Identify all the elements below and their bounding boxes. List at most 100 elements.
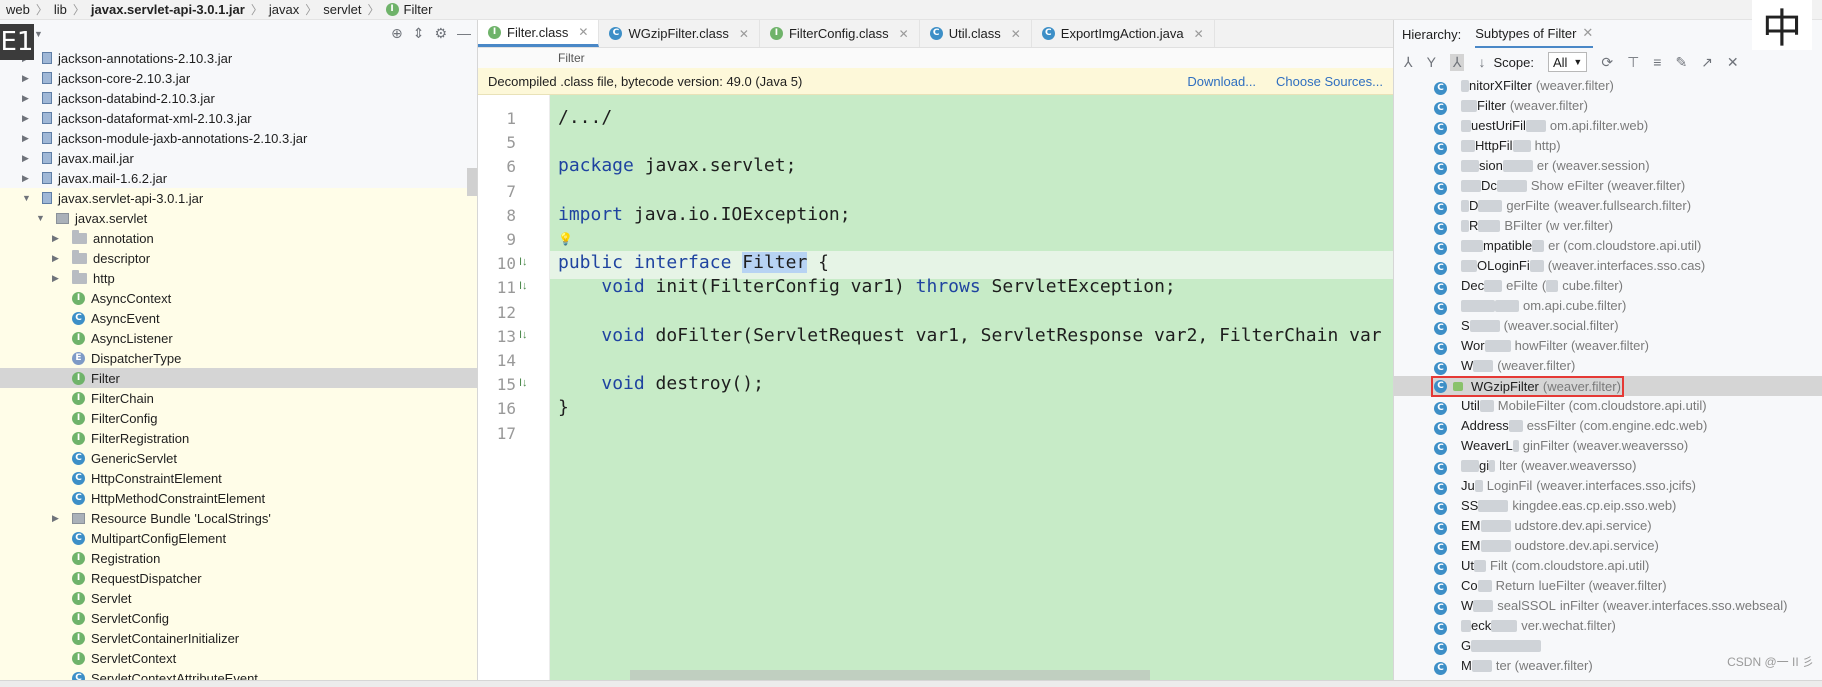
tree-item[interactable]: I FilterConfig [0, 408, 477, 428]
hierarchy-item[interactable]: CuestUriFil om.api.filter.web) [1394, 116, 1822, 136]
breadcrumb-item[interactable]: web [0, 2, 36, 17]
hierarchy-item[interactable]: C SS kingdee.eas.cp.eip.sso.web) [1394, 496, 1822, 516]
editor-tab[interactable]: C WGzipFilter.class ✕ [599, 20, 760, 47]
type-hierarchy-icon[interactable]: ⅄ [1404, 54, 1413, 71]
collapsed-arrow-icon[interactable]: ▶ [22, 113, 32, 124]
hierarchy-item[interactable]: C W (weaver.filter) [1394, 356, 1822, 376]
tree-item[interactable]: ▶ jackson-dataformat-xml-2.10.3.jar [0, 108, 477, 128]
tree-item[interactable]: ▶ jackson-core-2.10.3.jar [0, 68, 477, 88]
tree-item[interactable]: ▶ jackson-databind-2.10.3.jar [0, 88, 477, 108]
close-icon[interactable]: ✕ [899, 27, 909, 41]
breadcrumb-item[interactable]: javax [263, 2, 305, 17]
hierarchy-item[interactable]: C EM oudstore.dev.api.service) [1394, 536, 1822, 556]
bulb-icon[interactable]: 💡 [558, 232, 573, 246]
hierarchy-item[interactable]: C HttpFil http) [1394, 136, 1822, 156]
implemented-marker-icon[interactable]: I↓ [519, 280, 535, 296]
tree-item[interactable]: I ServletContext [0, 648, 477, 668]
hierarchy-item[interactable]: Cgi lter (weaver.weaversso) [1394, 456, 1822, 476]
editor-tab[interactable]: I FilterConfig.class ✕ [760, 20, 920, 47]
close-icon[interactable]: ✕ [1194, 27, 1204, 41]
tree-item[interactable]: ▶ jackson-module-jaxb-annotations-2.10.3.… [0, 128, 477, 148]
tab-subtypes[interactable]: Subtypes of Filter ✕ [1475, 20, 1594, 48]
expanded-arrow-icon[interactable]: ▼ [36, 213, 46, 223]
hierarchy-item[interactable]: C Ut Filt (com.cloudstore.api.util) [1394, 556, 1822, 576]
hierarchy-item[interactable]: C Ju LoginFil (weaver.interfaces.sso.jcifs) [1394, 476, 1822, 496]
expanded-arrow-icon[interactable]: ▼ [22, 193, 32, 203]
collapsed-arrow-icon[interactable]: ▶ [22, 153, 32, 164]
breadcrumb-item[interactable]: servlet [317, 2, 367, 17]
tree-item[interactable]: ▶ annotation [0, 228, 477, 248]
hierarchy-item[interactable]: C WeaverL ginFilter (weaver.weaversso) [1394, 436, 1822, 456]
collapsed-arrow-icon[interactable]: ▶ [52, 273, 62, 284]
collapsed-arrow-icon[interactable]: ▶ [52, 233, 62, 244]
tree-item[interactable]: C ServletContextAttributeEvent [0, 668, 477, 680]
download-link[interactable]: Download... [1187, 74, 1256, 89]
supertypes-icon[interactable]: Y [1427, 54, 1436, 70]
collapsed-arrow-icon[interactable]: ▶ [22, 173, 32, 184]
tree-item[interactable]: I RequestDispatcher [0, 568, 477, 588]
minimize-icon[interactable]: — [457, 25, 471, 42]
hierarchy-item[interactable]: C Wor howFilter (weaver.filter) [1394, 336, 1822, 356]
tree-item[interactable]: C MultipartConfigElement [0, 528, 477, 548]
hierarchy-item[interactable]: C DgerFilte (weaver.fullsearch.filter) [1394, 196, 1822, 216]
tree-item[interactable]: C HttpMethodConstraintElement [0, 488, 477, 508]
implemented-marker-icon[interactable]: I↓ [519, 256, 535, 272]
target-icon[interactable]: ⊕ [391, 25, 403, 42]
tree-item[interactable]: C GenericServlet [0, 448, 477, 468]
sort-alpha-icon[interactable]: ↓ [1478, 54, 1485, 70]
tree-item[interactable]: ▶ descriptor [0, 248, 477, 268]
tree-item[interactable]: ▶ Resource Bundle 'LocalStrings' [0, 508, 477, 528]
hierarchy-item[interactable]: C Co Return lueFilter (weaver.filter) [1394, 576, 1822, 596]
gear-icon[interactable]: ⚙ [434, 25, 447, 42]
subtypes-icon[interactable]: ⅄ [1449, 53, 1465, 71]
hierarchy-item[interactable]: Ceck ver.wechat.filter) [1394, 616, 1822, 636]
tree-item[interactable]: I Servlet [0, 588, 477, 608]
hierarchy-item[interactable]: C S (weaver.social.filter) [1394, 316, 1822, 336]
tree-item[interactable]: C AsyncEvent [0, 308, 477, 328]
tree-item[interactable]: ▼ javax.servlet [0, 208, 477, 228]
hierarchy-item[interactable]: C Filter (weaver.filter) [1394, 96, 1822, 116]
scope-select[interactable]: All ▼ [1547, 52, 1588, 72]
hierarchy-item[interactable]: C WsealSSOL inFilter (weaver.interfaces.ss… [1394, 596, 1822, 616]
collapsed-arrow-icon[interactable]: ▶ [22, 133, 32, 144]
tree-item[interactable]: ▶ javax.mail.jar [0, 148, 477, 168]
code-text[interactable]: /.../ package javax.servlet; import java.i… [550, 95, 1393, 680]
close-icon[interactable]: ✕ [578, 25, 588, 39]
tree-item[interactable]: C HttpConstraintElement [0, 468, 477, 488]
tree-item[interactable]: I ServletConfig [0, 608, 477, 628]
hierarchy-item[interactable]: Cmpatible er (com.cloudstore.api.util) [1394, 236, 1822, 256]
tree-scrollbar[interactable] [467, 168, 477, 196]
refresh-icon[interactable]: ⟳ [1601, 54, 1613, 71]
choose-sources-link[interactable]: Choose Sources... [1276, 74, 1383, 89]
hierarchy-item[interactable]: CnitorXFilter (weaver.filter) [1394, 76, 1822, 96]
hierarchy-item[interactable]: C WGzipFilter (weaver.filter) [1394, 375, 1822, 397]
tree-item[interactable]: ▶ http [0, 268, 477, 288]
editor-tab[interactable]: C Util.class ✕ [920, 20, 1032, 47]
close-icon[interactable]: ✕ [739, 27, 749, 41]
pin-icon[interactable]: ✎ [1675, 54, 1687, 71]
horizontal-scrollbar[interactable] [630, 670, 1150, 680]
collapsed-arrow-icon[interactable]: ▶ [22, 73, 32, 84]
hierarchy-item[interactable]: C Address essFilter (com.engine.edc.web) [1394, 416, 1822, 436]
tree-item[interactable]: I Filter [0, 368, 477, 388]
hierarchy-item[interactable]: Csion er (weaver.session) [1394, 156, 1822, 176]
tree-item[interactable]: I Registration [0, 548, 477, 568]
breadcrumb-item[interactable]: lib [48, 2, 73, 17]
export-icon[interactable]: ⊤ [1627, 54, 1639, 71]
editor-tab[interactable]: C ExportImgAction.java ✕ [1032, 20, 1215, 47]
hierarchy-item[interactable]: C EM udstore.dev.api.service) [1394, 516, 1822, 536]
close-icon[interactable]: ✕ [1727, 54, 1739, 71]
collapsed-arrow-icon[interactable]: ▶ [52, 513, 62, 524]
breadcrumb-item[interactable]: javax.servlet-api-3.0.1.jar [85, 2, 251, 17]
hierarchy-item[interactable]: C Dec eFilte(cube.filter) [1394, 276, 1822, 296]
editor-tab[interactable]: I Filter.class ✕ [478, 20, 600, 47]
tree-item[interactable]: I FilterRegistration [0, 428, 477, 448]
implemented-marker-icon[interactable]: I↓ [519, 329, 535, 345]
collapsed-arrow-icon[interactable]: ▶ [52, 253, 62, 264]
expand-all-icon[interactable]: ≡ [1653, 54, 1661, 70]
tree-item[interactable]: I AsyncContext [0, 288, 477, 308]
collapsed-arrow-icon[interactable]: ▶ [22, 93, 32, 104]
tree-item[interactable]: I ServletContainerInitializer [0, 628, 477, 648]
tree-item[interactable]: E DispatcherType [0, 348, 477, 368]
tree-item[interactable]: ▼ javax.servlet-api-3.0.1.jar [0, 188, 477, 208]
